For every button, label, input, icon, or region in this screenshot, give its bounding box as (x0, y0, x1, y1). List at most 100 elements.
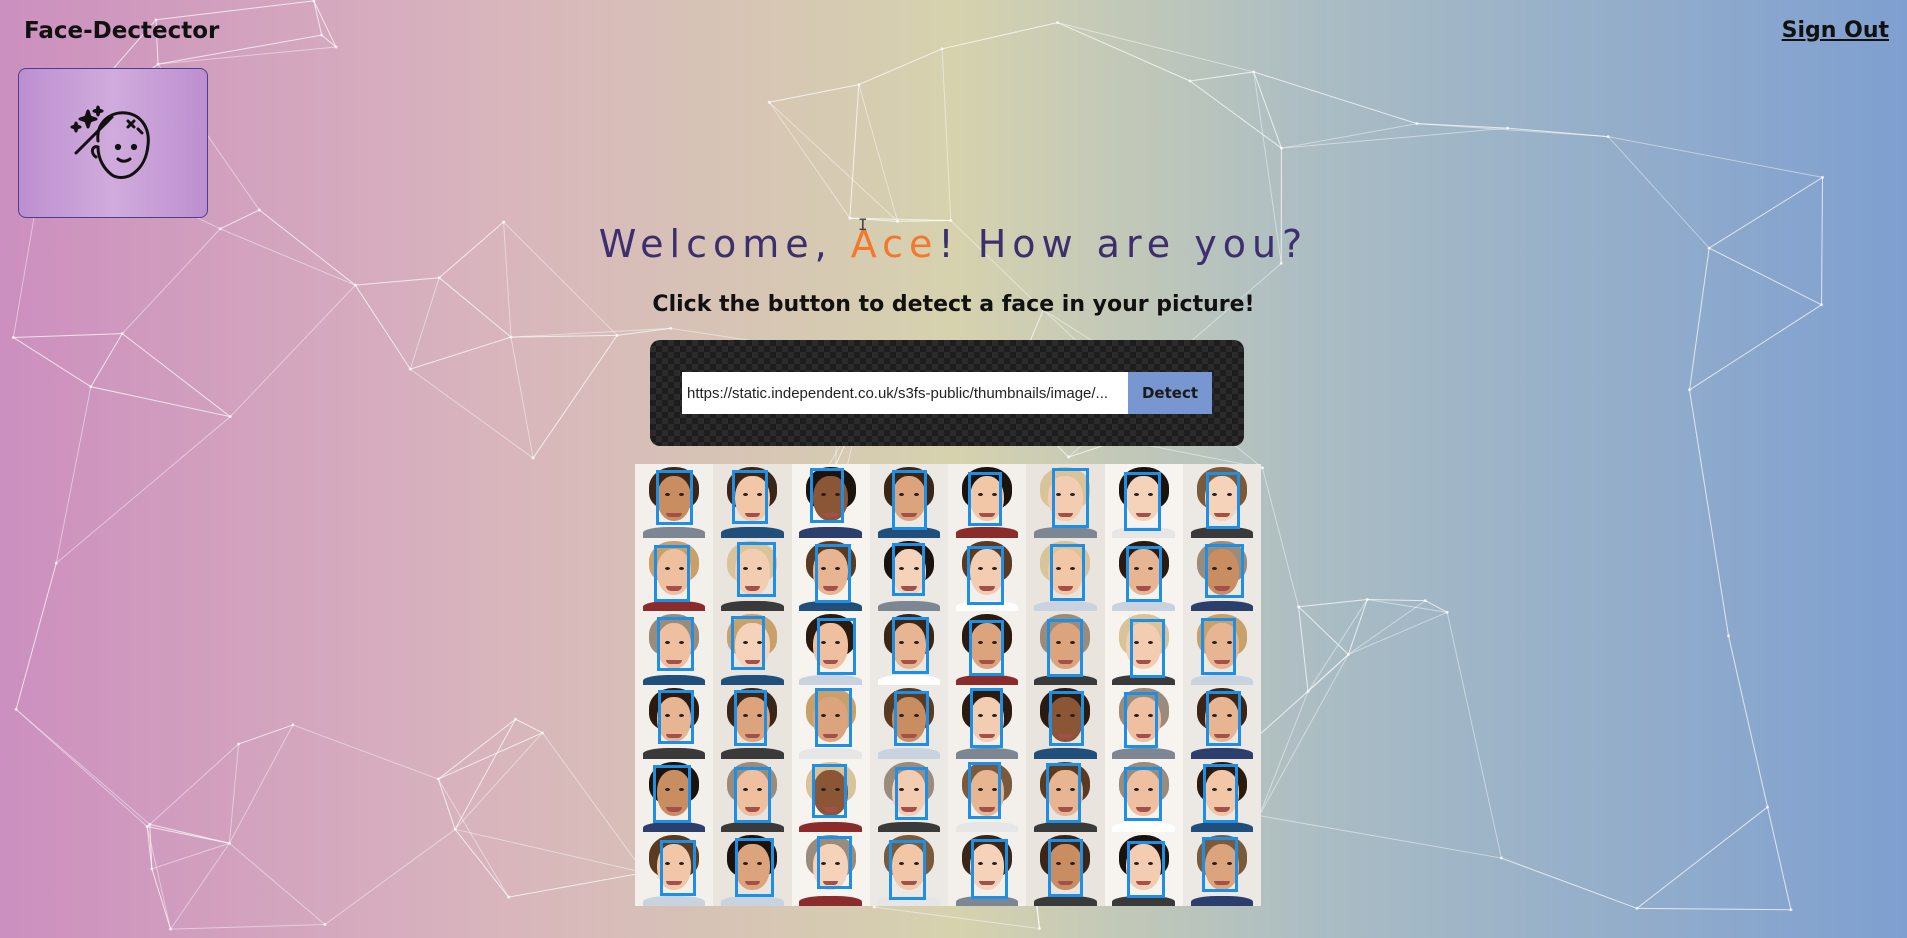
face-bounding-box (891, 542, 925, 597)
face-tile (869, 537, 948, 612)
face-bounding-box (653, 765, 691, 823)
face-bounding-box (1046, 763, 1082, 823)
face-bounding-box (1124, 472, 1162, 532)
shirt-shape (721, 748, 784, 759)
face-bounding-box (1123, 766, 1162, 821)
shirt-shape (1034, 895, 1097, 906)
face-bounding-box (1125, 545, 1162, 603)
face-bounding-box (1051, 467, 1090, 528)
face-tile (1182, 611, 1261, 685)
face-bounding-box (737, 542, 776, 597)
app-brand: Face-Dectector (24, 18, 220, 44)
sign-out-link[interactable]: Sign Out (1782, 18, 1889, 43)
face-bounding-box (658, 689, 695, 745)
face-tile (635, 684, 714, 759)
face-tile (1182, 832, 1261, 906)
face-bounding-box (1201, 618, 1237, 675)
welcome-heading: Welcome, Ace! How are you? (0, 222, 1907, 266)
shirt-shape (642, 748, 706, 759)
shirt-shape (1190, 895, 1254, 906)
face-bounding-box (1123, 691, 1158, 748)
shirt-shape (955, 674, 1019, 685)
face-bounding-box (894, 690, 929, 747)
face-tile (713, 464, 792, 538)
shirt-shape (1190, 822, 1254, 833)
shirt-shape (642, 674, 706, 685)
welcome-prefix: Welcome, (598, 222, 851, 266)
face-bounding-box (657, 617, 694, 672)
face-tile (635, 537, 714, 612)
image-url-input[interactable] (682, 372, 1128, 414)
face-tile (1104, 611, 1183, 685)
face-bounding-box (809, 467, 844, 523)
face-bounding-box (731, 615, 765, 670)
face-tile (791, 537, 870, 612)
shirt-shape (877, 822, 941, 833)
face-bounding-box (967, 546, 1005, 605)
face-bounding-box (815, 544, 851, 604)
face-bounding-box (811, 763, 848, 818)
logo-card (18, 68, 208, 218)
face-tile (791, 464, 870, 538)
face-tile (869, 464, 948, 538)
face-tile (869, 684, 948, 759)
face-tile (1026, 464, 1105, 538)
shirt-shape (799, 527, 862, 538)
shirt-shape (1112, 601, 1175, 612)
shirt-shape (1190, 527, 1254, 538)
face-tile (948, 684, 1027, 759)
face-bounding-box (733, 767, 771, 823)
face-tile (635, 464, 714, 538)
shirt-shape (955, 527, 1019, 538)
shirt-shape (799, 822, 862, 833)
face-bounding-box (1205, 543, 1244, 599)
face-bounding-box (733, 690, 768, 746)
shirt-shape (1034, 527, 1097, 538)
welcome-suffix: ! How are you? (938, 222, 1309, 266)
shirt-shape (1190, 601, 1254, 612)
face-bounding-box (1049, 691, 1084, 746)
face-tile (1026, 832, 1105, 906)
shirt-shape (1112, 748, 1175, 759)
shirt-shape (955, 748, 1019, 759)
face-bounding-box (1047, 838, 1084, 897)
face-tile (948, 832, 1027, 906)
face-tile (1182, 537, 1261, 612)
face-bounding-box (894, 766, 928, 820)
face-bounding-box (891, 616, 930, 674)
face-bounding-box (1205, 691, 1242, 746)
detect-button[interactable]: Detect (1128, 372, 1212, 414)
shirt-shape (877, 601, 941, 612)
shirt-shape (1034, 748, 1097, 759)
shirt-shape (642, 895, 706, 906)
face-bounding-box (1127, 840, 1165, 898)
shirt-shape (721, 601, 784, 612)
face-bounding-box (1202, 837, 1238, 892)
text-cursor-icon: I (858, 215, 868, 234)
face-bounding-box (816, 618, 856, 675)
face-bounding-box (1203, 763, 1238, 823)
shirt-shape (1034, 822, 1097, 833)
face-tile (1104, 758, 1183, 833)
face-tile (713, 537, 792, 612)
face-tile (635, 611, 714, 685)
face-tile (948, 464, 1027, 538)
face-bounding-box (816, 835, 852, 890)
magic-face-icon (70, 105, 150, 179)
face-tile (1026, 684, 1105, 759)
image-url-form: Detect (650, 340, 1244, 446)
face-tile (1104, 684, 1183, 759)
shirt-shape (799, 674, 862, 685)
shirt-shape (1034, 601, 1097, 612)
face-bounding-box (1206, 471, 1240, 529)
detected-faces-image (635, 464, 1261, 906)
face-bounding-box (891, 470, 927, 531)
shirt-shape (799, 895, 862, 906)
instruction-text: Click the button to detect a face in you… (652, 292, 1255, 317)
face-bounding-box (1050, 543, 1085, 601)
face-bounding-box (969, 619, 1004, 677)
shirt-shape (955, 822, 1019, 833)
face-tile (713, 758, 792, 833)
face-bounding-box (970, 839, 1009, 900)
shirt-shape (642, 601, 706, 612)
